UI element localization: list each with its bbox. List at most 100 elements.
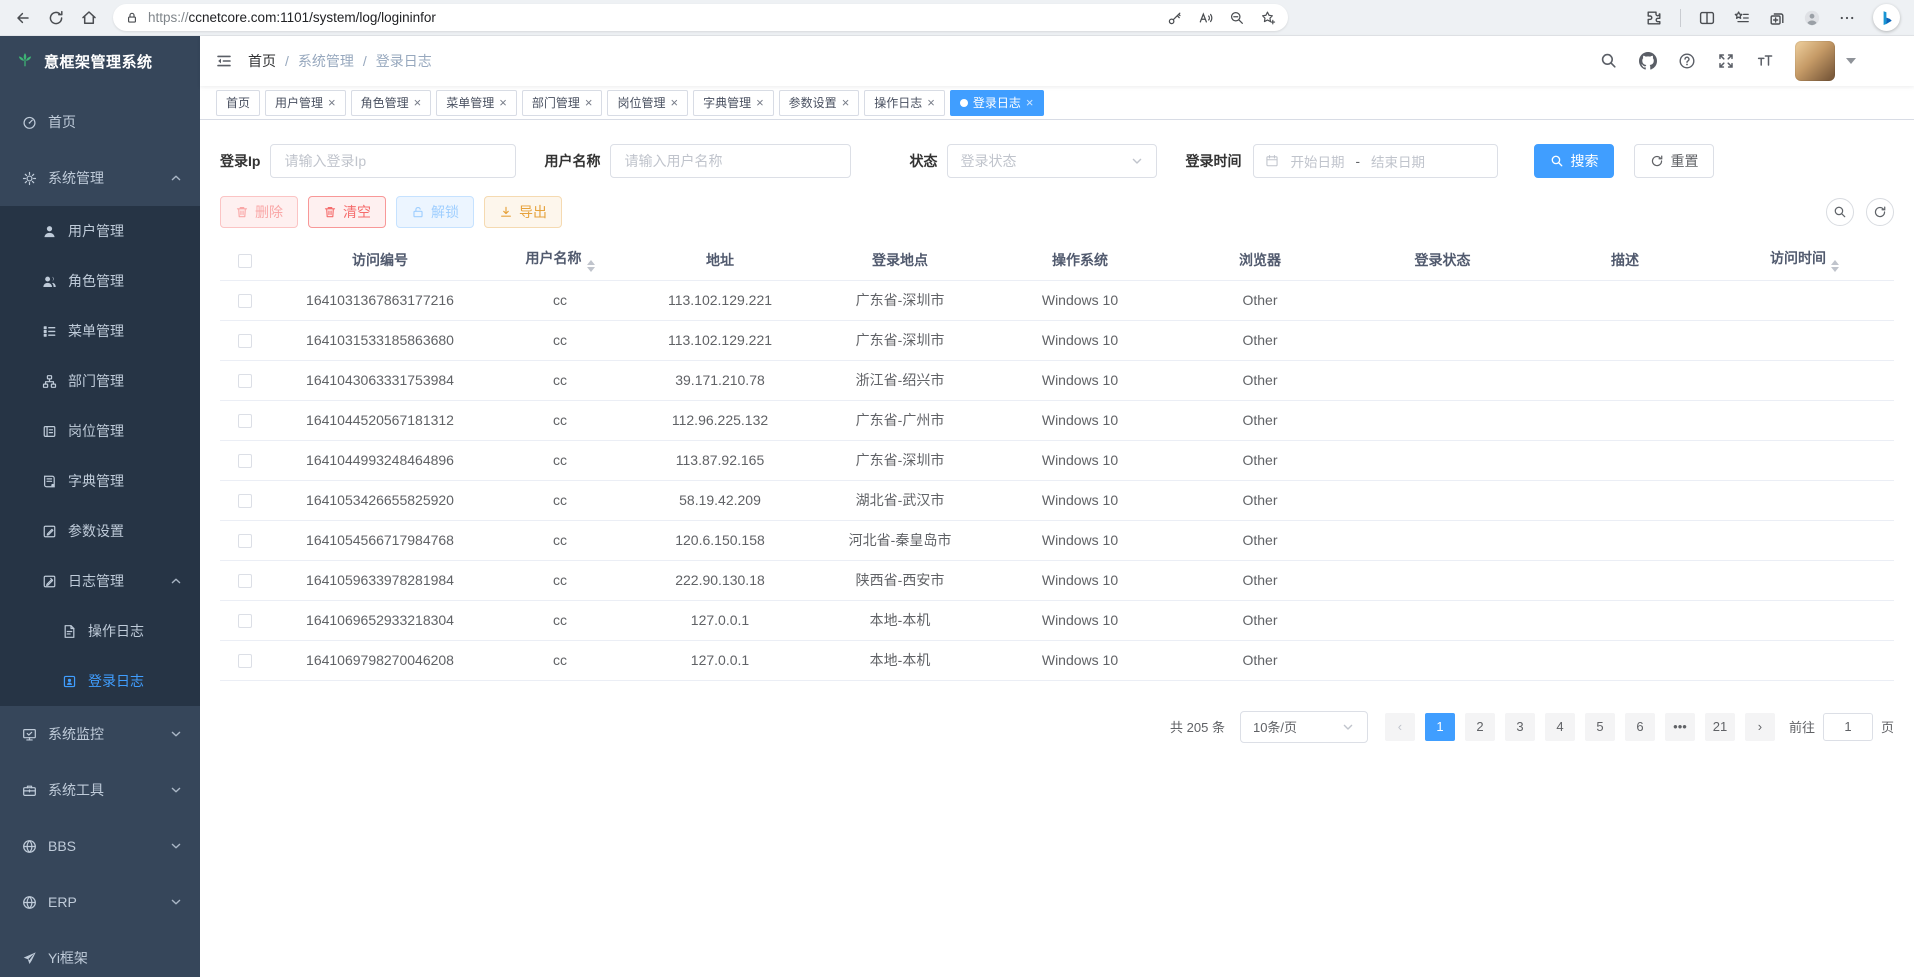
sidebar-item-menus[interactable]: 菜单管理 <box>0 306 200 356</box>
refresh-table-button[interactable] <box>1866 198 1894 226</box>
status-select[interactable]: 登录状态 <box>947 144 1157 178</box>
tab-dict-mgmt[interactable]: 字典管理× <box>693 90 774 116</box>
browser-refresh-button[interactable] <box>47 9 65 27</box>
row-checkbox[interactable] <box>238 454 252 468</box>
row-checkbox[interactable] <box>238 374 252 388</box>
sidebar-item-posts[interactable]: 岗位管理 <box>0 406 200 456</box>
tab-user-mgmt[interactable]: 用户管理× <box>265 90 346 116</box>
export-button[interactable]: 导出 <box>484 196 562 228</box>
browser-menu-button[interactable] <box>1838 9 1856 27</box>
tab-close-icon[interactable]: × <box>499 96 507 109</box>
user-avatar[interactable] <box>1795 41 1835 81</box>
browser-profile-button[interactable] <box>1803 9 1821 27</box>
tab-post-mgmt[interactable]: 岗位管理× <box>607 90 688 116</box>
row-checkbox[interactable] <box>238 414 252 428</box>
delete-button[interactable]: 删除 <box>220 196 298 228</box>
favorites-button[interactable] <box>1733 9 1751 27</box>
sidebar-item-departments[interactable]: 部门管理 <box>0 356 200 406</box>
address-bar[interactable]: https://ccnetcore.com:1101/system/log/lo… <box>113 4 1288 31</box>
tab-close-icon[interactable]: × <box>756 96 764 109</box>
sidebar-item-operation-log[interactable]: 操作日志 <box>0 606 200 656</box>
clear-button[interactable]: 清空 <box>308 196 386 228</box>
tab-close-icon[interactable]: × <box>328 96 336 109</box>
sidebar-item-erp[interactable]: ERP <box>0 874 200 930</box>
breadcrumb-home[interactable]: 首页 <box>248 51 276 71</box>
row-checkbox[interactable] <box>238 294 252 308</box>
row-checkbox[interactable] <box>238 494 252 508</box>
page-button-2[interactable]: 2 <box>1465 713 1495 741</box>
tab-close-icon[interactable]: × <box>414 96 422 109</box>
unlock-button[interactable]: 解锁 <box>396 196 474 228</box>
header-search-button[interactable] <box>1600 52 1618 70</box>
user-name-input[interactable] <box>610 144 851 178</box>
avatar-caret-down-icon[interactable] <box>1846 58 1856 64</box>
search-button[interactable]: 搜索 <box>1534 144 1614 178</box>
reset-button[interactable]: 重置 <box>1634 144 1714 178</box>
col-time[interactable]: 访问时间 <box>1715 240 1894 280</box>
password-button[interactable] <box>1167 10 1183 26</box>
page-button-5[interactable]: 5 <box>1585 713 1615 741</box>
tab-menu-mgmt[interactable]: 菜单管理× <box>436 90 517 116</box>
bing-chat-button[interactable] <box>1873 4 1900 31</box>
row-checkbox[interactable] <box>238 654 252 668</box>
cell-address: 58.19.42.209 <box>630 480 810 520</box>
github-link[interactable] <box>1639 52 1657 70</box>
page-button-3[interactable]: 3 <box>1505 713 1535 741</box>
sidebar-item-login-log[interactable]: 登录日志 <box>0 656 200 706</box>
zoom-out-button[interactable] <box>1229 10 1245 26</box>
page-button-21[interactable]: 21 <box>1705 713 1735 741</box>
sidebar-item-logs[interactable]: 日志管理 <box>0 556 200 606</box>
sidebar-item-users[interactable]: 用户管理 <box>0 206 200 256</box>
sidebar-item-bbs[interactable]: BBS <box>0 818 200 874</box>
text-size-button[interactable] <box>1756 52 1774 70</box>
tab-role-mgmt[interactable]: 角色管理× <box>351 90 432 116</box>
prev-page-button[interactable]: ‹ <box>1385 713 1415 741</box>
tab-close-icon[interactable]: × <box>670 96 678 109</box>
page-ellipsis-button[interactable]: ••• <box>1665 713 1695 741</box>
sidebar-item-parameters[interactable]: 参数设置 <box>0 506 200 556</box>
extensions-button[interactable] <box>1645 9 1663 27</box>
tab-param-settings[interactable]: 参数设置× <box>779 90 860 116</box>
toggle-search-button[interactable] <box>1826 198 1854 226</box>
tab-dept-mgmt[interactable]: 部门管理× <box>522 90 603 116</box>
goto-page-input[interactable] <box>1823 713 1873 741</box>
browser-home-button[interactable] <box>80 9 98 27</box>
page-button-1[interactable]: 1 <box>1425 713 1455 741</box>
help-button[interactable] <box>1678 52 1696 70</box>
tab-home[interactable]: 首页 <box>216 90 260 116</box>
row-checkbox[interactable] <box>238 614 252 628</box>
page-size-select[interactable]: 10条/页 <box>1240 711 1368 743</box>
page-button-6[interactable]: 6 <box>1625 713 1655 741</box>
tab-login-log[interactable]: 登录日志× <box>950 90 1044 116</box>
add-favorite-button[interactable] <box>1260 10 1276 26</box>
date-range-picker[interactable]: 开始日期 - 结束日期 <box>1253 144 1498 178</box>
row-checkbox[interactable] <box>238 334 252 348</box>
sidebar-item-tools[interactable]: 系统工具 <box>0 762 200 818</box>
collections-button[interactable] <box>1768 9 1786 27</box>
tab-close-icon[interactable]: × <box>1026 96 1034 109</box>
next-page-button[interactable]: › <box>1745 713 1775 741</box>
row-checkbox[interactable] <box>238 534 252 548</box>
browser-back-button[interactable] <box>14 9 32 27</box>
sidebar-item-system[interactable]: 系统管理 <box>0 150 200 206</box>
sidebar-collapse-button[interactable] <box>215 52 233 70</box>
tab-operation-log[interactable]: 操作日志× <box>864 90 945 116</box>
split-screen-button[interactable] <box>1698 9 1716 27</box>
sidebar-item-roles[interactable]: 角色管理 <box>0 256 200 306</box>
sidebar-item-dictionary[interactable]: 字典管理 <box>0 456 200 506</box>
sidebar-item-home[interactable]: 首页 <box>0 94 200 150</box>
tab-close-icon[interactable]: × <box>585 96 593 109</box>
row-checkbox[interactable] <box>238 574 252 588</box>
sort-icon[interactable] <box>587 260 595 272</box>
fullscreen-button[interactable] <box>1717 52 1735 70</box>
read-aloud-button[interactable] <box>1198 10 1214 26</box>
sidebar-item-monitoring[interactable]: 系统监控 <box>0 706 200 762</box>
sort-icon[interactable] <box>1831 260 1839 272</box>
tab-close-icon[interactable]: × <box>842 96 850 109</box>
select-all-checkbox[interactable] <box>238 254 252 268</box>
page-button-4[interactable]: 4 <box>1545 713 1575 741</box>
sidebar-item-yi-framework[interactable]: Yi框架 <box>0 930 200 977</box>
tab-close-icon[interactable]: × <box>927 96 935 109</box>
login-ip-input[interactable] <box>270 144 516 178</box>
col-user[interactable]: 用户名称 <box>490 240 630 280</box>
